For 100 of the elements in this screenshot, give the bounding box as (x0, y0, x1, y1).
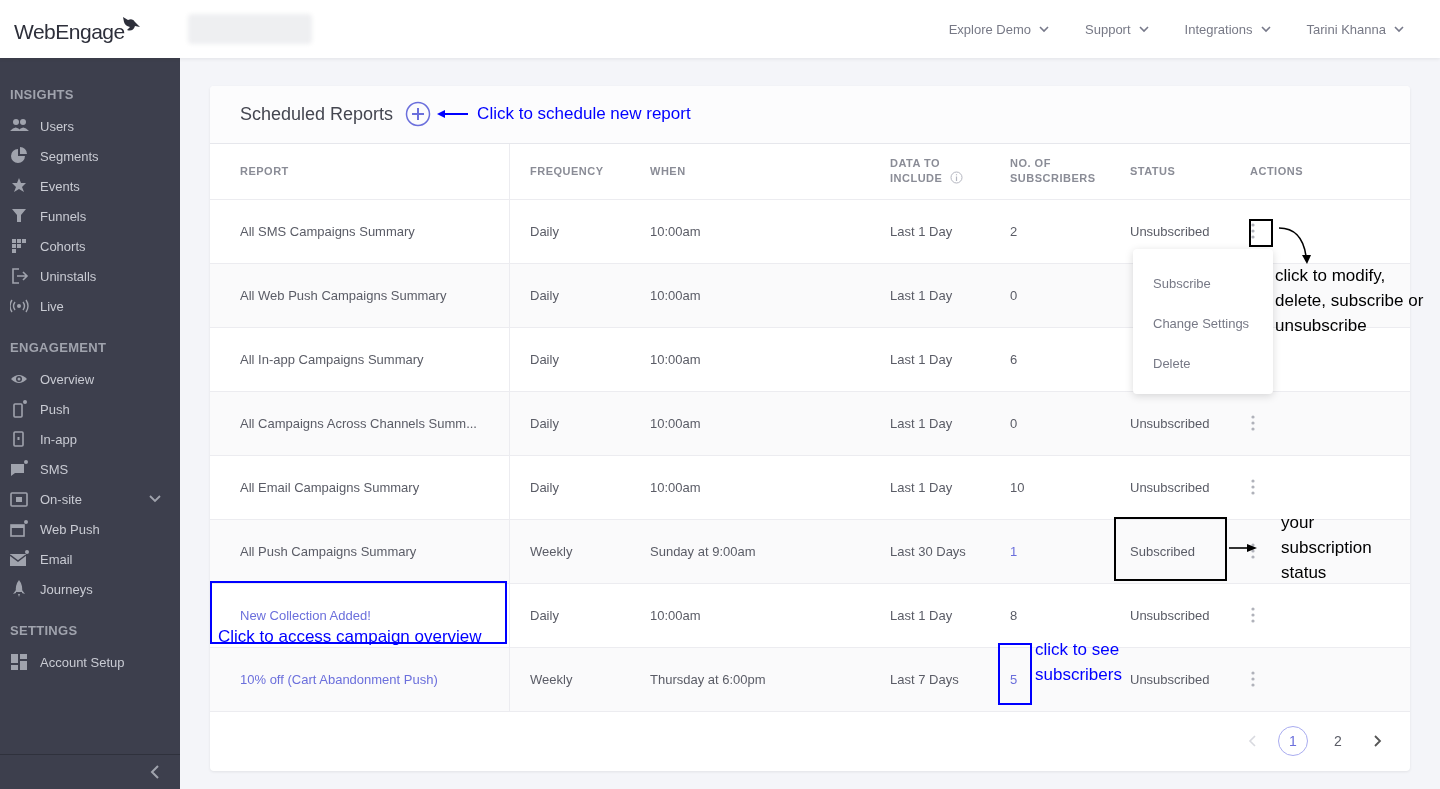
annotation-text: your subscription status (1281, 512, 1373, 584)
sidebar-item[interactable]: Uninstalls (0, 261, 180, 291)
table-cell: Daily (530, 287, 559, 303)
sidebar-item[interactable]: Account Setup (0, 647, 180, 677)
table-cell: All Campaigns Across Channels Summ... (240, 415, 477, 431)
phone-icon (10, 400, 29, 418)
section-heading: ENGAGEMENT (9, 339, 108, 357)
table-cell: Daily (530, 351, 559, 367)
table-cell: Last 1 Day (890, 287, 953, 303)
sidebar-item[interactable]: Users (0, 111, 180, 141)
column-header: STATUS (1130, 163, 1176, 179)
table-cell: 10:00am (650, 351, 701, 367)
sidebar-item[interactable]: Journeys (0, 574, 180, 604)
chevron-down-icon (1394, 25, 1404, 33)
column-header: NO. OF SUBSCRIBERS (1010, 156, 1097, 187)
column-header: FREQUENCY (530, 163, 604, 179)
table-cell: All SMS Campaigns Summary (240, 223, 415, 239)
menu-item[interactable]: Change Settings (1133, 303, 1273, 343)
grid-icon (10, 237, 29, 255)
table-cell: 6 (1010, 351, 1018, 367)
table-cell: Last 1 Day (890, 479, 953, 495)
pie-chart-icon (10, 147, 29, 165)
star-icon (10, 177, 29, 195)
sidebar-item[interactable]: On-site (0, 484, 180, 514)
chevron-down-icon (149, 495, 161, 503)
sidebar-item[interactable]: Web Push (0, 514, 180, 544)
chevron-down-icon (1260, 25, 1271, 33)
chevron-down-icon (1039, 25, 1049, 33)
page-button[interactable]: 2 (1324, 727, 1352, 756)
sidebar-item[interactable]: Events (0, 171, 180, 201)
arrow-left-icon (437, 109, 470, 120)
table-cell: Unsubscribed (1130, 479, 1210, 495)
section-heading: SETTINGS (9, 622, 79, 640)
logo[interactable]: WebEngage (14, 20, 125, 44)
table-cell: Last 1 Day (890, 607, 953, 623)
column-header: REPORT (240, 163, 289, 179)
table-cell: 0 (1010, 287, 1018, 303)
sidebar-item[interactable]: Live (0, 291, 180, 321)
column-header: DATA TO INCLUDE (890, 156, 978, 187)
table-cell: 10 (1010, 479, 1025, 495)
chevron-down-icon (1138, 25, 1149, 33)
table-cell: 8 (1010, 607, 1018, 623)
sidebar-item[interactable]: In-app (0, 424, 180, 454)
table-cell: Unsubscribed (1130, 671, 1210, 687)
report-link[interactable]: New Collection Added! (240, 607, 371, 623)
table-cell: 10:00am (650, 479, 701, 495)
table-cell: All Push Campaigns Summary (240, 543, 417, 559)
dashboard-icon (10, 653, 29, 671)
report-link[interactable]: 10% off (Cart Abandonment Push) (240, 671, 438, 687)
menu-item[interactable]: Subscribe (1133, 263, 1273, 303)
table-cell: All Web Push Campaigns Summary (240, 287, 447, 303)
table-cell: 0 (1010, 415, 1018, 431)
funnel-icon (10, 207, 29, 225)
table-cell: Unsubscribed (1130, 415, 1210, 431)
table-cell: Last 1 Day (890, 223, 953, 239)
nav-menu[interactable]: Tarini Khanna (1306, 21, 1404, 37)
nav-menu[interactable]: Support (1085, 21, 1149, 37)
annotation-text: Click to access campaign overview (218, 626, 483, 648)
sidebar-item[interactable]: Overview (0, 364, 180, 394)
sidebar-item[interactable]: Segments (0, 141, 180, 171)
table-cell: Unsubscribed (1130, 223, 1210, 239)
table-cell: Weekly (530, 671, 573, 687)
browser-icon (10, 520, 29, 538)
subscribers-link[interactable]: 5 (1010, 671, 1018, 687)
card-title: Scheduled Reports (240, 103, 394, 125)
nav-menu[interactable]: Explore Demo (948, 21, 1049, 37)
subscribers-link[interactable]: 1 (1010, 543, 1018, 559)
table-cell: All In-app Campaigns Summary (240, 351, 424, 367)
table-cell: Daily (530, 415, 559, 431)
broadcast-icon (10, 297, 29, 315)
annotation-text: Click to schedule new report (477, 104, 691, 125)
menu-item[interactable]: Delete (1133, 343, 1273, 383)
table-cell: All Email Campaigns Summary (240, 479, 420, 495)
table-cell: Thursday at 6:00pm (650, 671, 766, 687)
sidebar-item[interactable]: Funnels (0, 201, 180, 231)
sidebar-item[interactable]: Push (0, 394, 180, 424)
nav-menu[interactable]: Integrations (1184, 21, 1271, 37)
table-cell: 10:00am (650, 607, 701, 623)
window-icon (10, 490, 29, 508)
table-cell: Last 30 Days (890, 543, 966, 559)
sidebar-item[interactable]: SMS (0, 454, 180, 484)
sidebar-item[interactable]: Cohorts (0, 231, 180, 261)
chat-icon (10, 460, 29, 478)
sidebar-item[interactable]: Email (0, 544, 180, 574)
table-cell: Daily (530, 223, 559, 239)
column-header: WHEN (650, 163, 686, 179)
info-icon (950, 171, 964, 185)
table-cell: Subscribed (1130, 543, 1196, 559)
annotation-text: click to see subscribers (1035, 639, 1123, 686)
table-cell: 10:00am (650, 415, 701, 431)
table-cell: Sunday at 9:00am (650, 543, 756, 559)
table-cell: Last 1 Day (890, 415, 953, 431)
table-cell: 10:00am (650, 223, 701, 239)
add-icon[interactable] (405, 101, 432, 128)
table-cell: 10:00am (650, 287, 701, 303)
exit-icon (10, 267, 29, 285)
annotation-text: click to modify, delete, subscribe or unsubscribe (1275, 265, 1425, 337)
table-cell: 2 (1010, 223, 1018, 239)
chevron-right-icon[interactable] (1374, 735, 1382, 748)
chevron-left-icon (150, 765, 160, 779)
